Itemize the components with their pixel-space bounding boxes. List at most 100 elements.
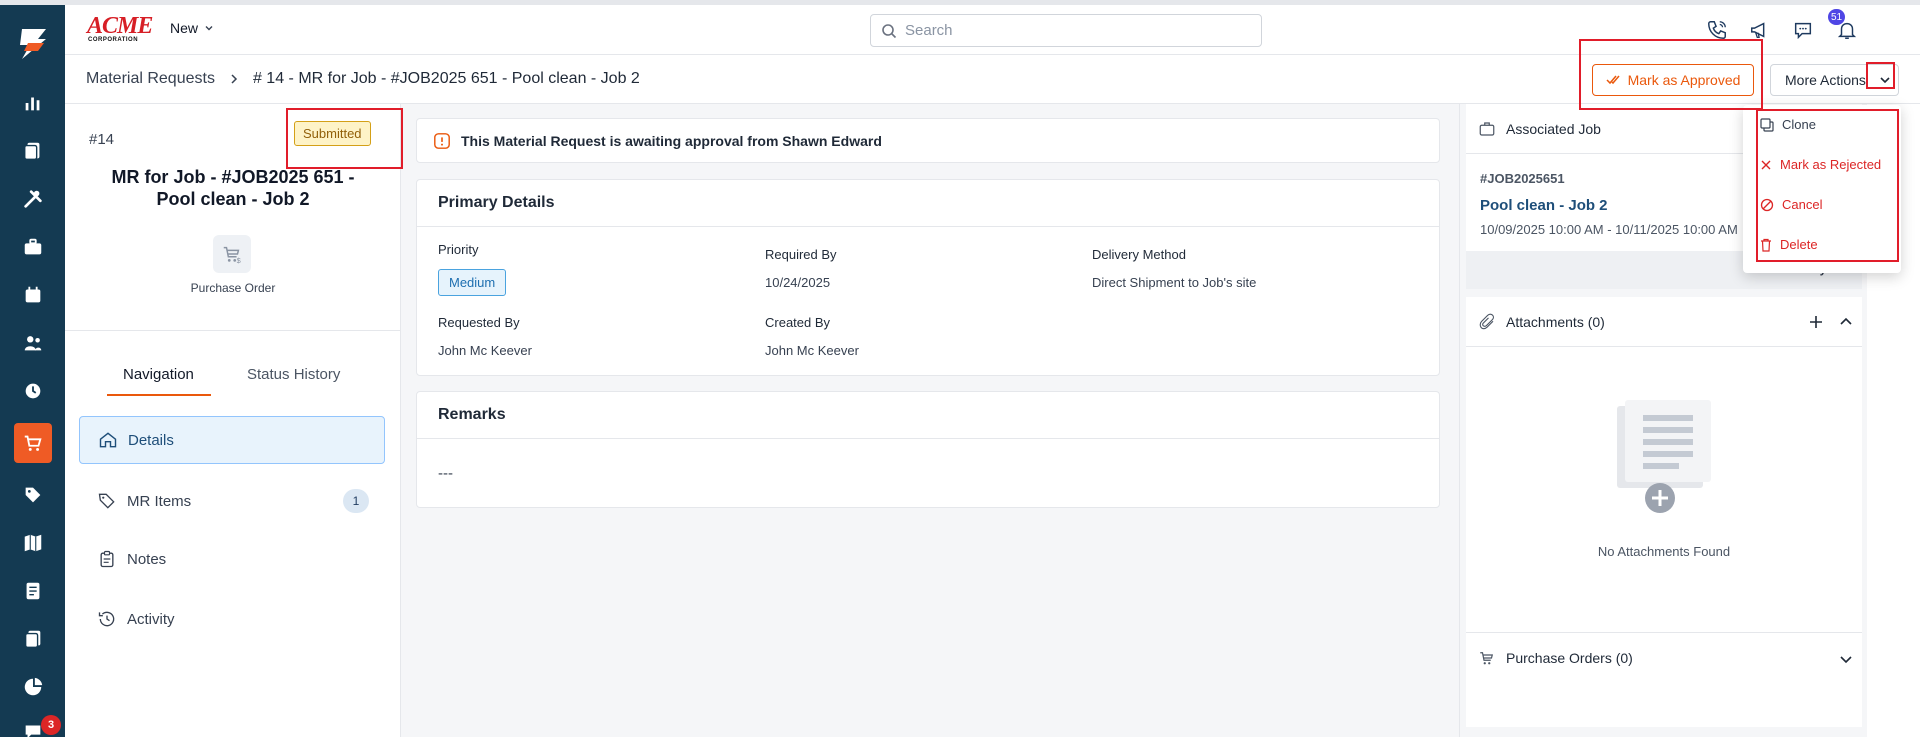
analytics-pie-icon[interactable] [0, 667, 65, 707]
tab-status-history[interactable]: Status History [247, 366, 340, 383]
purchase-orders-section[interactable]: Purchase Orders (0) [1466, 632, 1862, 682]
briefcase-icon [1479, 121, 1495, 136]
nav-details-label: Details [128, 431, 174, 449]
menu-item-delete[interactable]: Delete [1760, 237, 1818, 252]
mr-number: #14 [89, 131, 115, 148]
messages-icon[interactable] [1791, 18, 1815, 42]
breadcrumb-current: # 14 - MR for Job - #JOB2025 651 - Pool … [252, 70, 640, 87]
breadcrumb-material-requests[interactable]: Material Requests [86, 70, 215, 88]
mark-as-approved-label: Mark as Approved [1627, 72, 1741, 88]
status-badge: Submitted [294, 121, 371, 146]
created-by-value: John Mc Keever [765, 343, 859, 358]
divider [65, 330, 401, 331]
empty-documents-icon [1617, 400, 1711, 513]
close-icon [1761, 160, 1771, 169]
calendar-icon[interactable] [0, 275, 65, 315]
top-bar: ACME CORPORATION New [65, 5, 1920, 55]
remarks-card: Remarks --- [416, 391, 1440, 508]
warning-icon [434, 132, 450, 149]
priority-label: Priority [438, 242, 479, 257]
brand-logo[interactable]: ACME CORPORATION [87, 14, 153, 45]
purchase-orders-header[interactable]: Purchase Orders (0) [1466, 633, 1862, 683]
nav-mr-items-label: MR Items [127, 492, 192, 510]
nav-notes-label: Notes [127, 550, 167, 568]
purchase-order-icon[interactable]: $ [213, 235, 251, 273]
active-tab-indicator [107, 394, 211, 396]
new-menu-button[interactable]: New [170, 20, 214, 36]
required-by-label: Required By [765, 247, 837, 262]
nav-activity[interactable]: Activity [79, 595, 385, 643]
attachments-title: Attachments (0) [1506, 313, 1605, 330]
remarks-title: Remarks [417, 392, 1439, 439]
primary-details-title: Primary Details [417, 180, 1439, 227]
tools-icon[interactable] [0, 179, 65, 219]
notification-count-badge: 51 [1828, 9, 1846, 25]
trash-icon [1761, 238, 1771, 252]
jobs-briefcase-icon[interactable] [0, 227, 65, 267]
main-content: This Material Request is awaiting approv… [401, 104, 1459, 737]
reports-icon[interactable] [0, 83, 65, 123]
more-actions-dropdown: Clone Mark as Rejected Cancel Delete [1743, 105, 1901, 273]
chevron-down-icon[interactable] [1878, 73, 1892, 87]
files-icon[interactable] [0, 619, 65, 659]
primary-details-card: Primary Details Priority Medium Required… [416, 179, 1440, 376]
mark-as-approved-button[interactable]: Mark as Approved [1592, 64, 1754, 96]
megaphone-icon[interactable] [1748, 18, 1772, 42]
chat-badge: 3 [41, 715, 61, 735]
map-icon[interactable] [0, 523, 65, 563]
approval-alert: This Material Request is awaiting approv… [416, 118, 1440, 163]
new-label: New [170, 20, 199, 36]
nav-details[interactable]: Details [79, 416, 385, 464]
ban-icon [1760, 198, 1774, 211]
more-actions-button[interactable]: More Actions [1770, 64, 1899, 96]
documents-icon[interactable] [0, 131, 65, 171]
chevron-up-icon[interactable] [1838, 314, 1854, 330]
job-name-link[interactable]: Pool clean - Job 2 [1480, 197, 1608, 214]
brand-subtitle: CORPORATION [88, 37, 139, 43]
delivery-method-label: Delivery Method [1092, 247, 1186, 262]
chevron-down-icon [205, 26, 213, 31]
summary-panel: #14 Submitted MR for Job - #JOB2025 651 … [65, 104, 401, 737]
timesheet-clock-icon[interactable] [0, 371, 65, 411]
nav-mr-items[interactable]: MR Items 1 [79, 477, 385, 525]
search-input[interactable] [905, 22, 1245, 39]
delivery-method-value: Direct Shipment to Job's site [1092, 275, 1257, 290]
chevron-down-icon[interactable] [1838, 651, 1854, 667]
priority-chip: Medium [438, 269, 507, 296]
menu-item-cancel[interactable]: Cancel [1760, 197, 1822, 212]
home-icon [99, 432, 117, 448]
approval-alert-text: This Material Request is awaiting approv… [461, 132, 882, 149]
tag-icon [98, 493, 115, 509]
plus-icon[interactable] [1808, 314, 1824, 330]
customers-icon[interactable] [0, 323, 65, 363]
purchase-orders-title: Purchase Orders (0) [1506, 650, 1633, 666]
mr-title: MR for Job - #JOB2025 651 - Pool clean -… [89, 166, 377, 210]
remarks-value: --- [438, 465, 453, 482]
pricing-tag-icon[interactable] [0, 475, 65, 515]
svg-text:$: $ [237, 256, 241, 265]
attachments-header: Attachments (0) [1466, 297, 1862, 347]
page-header: Material Requests # 14 - MR for Job - #J… [65, 55, 1920, 104]
no-attachments-text: No Attachments Found [1597, 544, 1731, 559]
double-check-icon [1606, 75, 1620, 85]
paperclip-icon [1479, 313, 1494, 329]
menu-item-mark-as-rejected[interactable]: Mark as Rejected [1760, 157, 1881, 172]
breadcrumb: Material Requests # 14 - MR for Job - #J… [86, 70, 640, 88]
menu-item-mark-as-rejected-label: Mark as Rejected [1780, 157, 1882, 172]
clipboard-icon [100, 550, 114, 568]
app-logo-icon[interactable] [14, 25, 52, 63]
menu-item-clone-label: Clone [1782, 117, 1816, 132]
copy-icon [1760, 117, 1774, 132]
tab-navigation[interactable]: Navigation [123, 366, 194, 383]
purchasing-cart-icon[interactable] [0, 423, 65, 463]
more-actions-label: More Actions [1785, 72, 1866, 88]
invoice-icon[interactable] [0, 571, 65, 611]
search-icon [882, 23, 897, 38]
global-search[interactable] [870, 14, 1262, 47]
nav-notes[interactable]: Notes [79, 535, 385, 583]
menu-item-clone[interactable]: Clone [1760, 117, 1816, 132]
mr-items-count-badge: 1 [343, 489, 369, 513]
requested-by-value: John Mc Keever [438, 343, 532, 358]
history-icon [98, 611, 115, 627]
phone-icon[interactable] [1705, 18, 1729, 42]
